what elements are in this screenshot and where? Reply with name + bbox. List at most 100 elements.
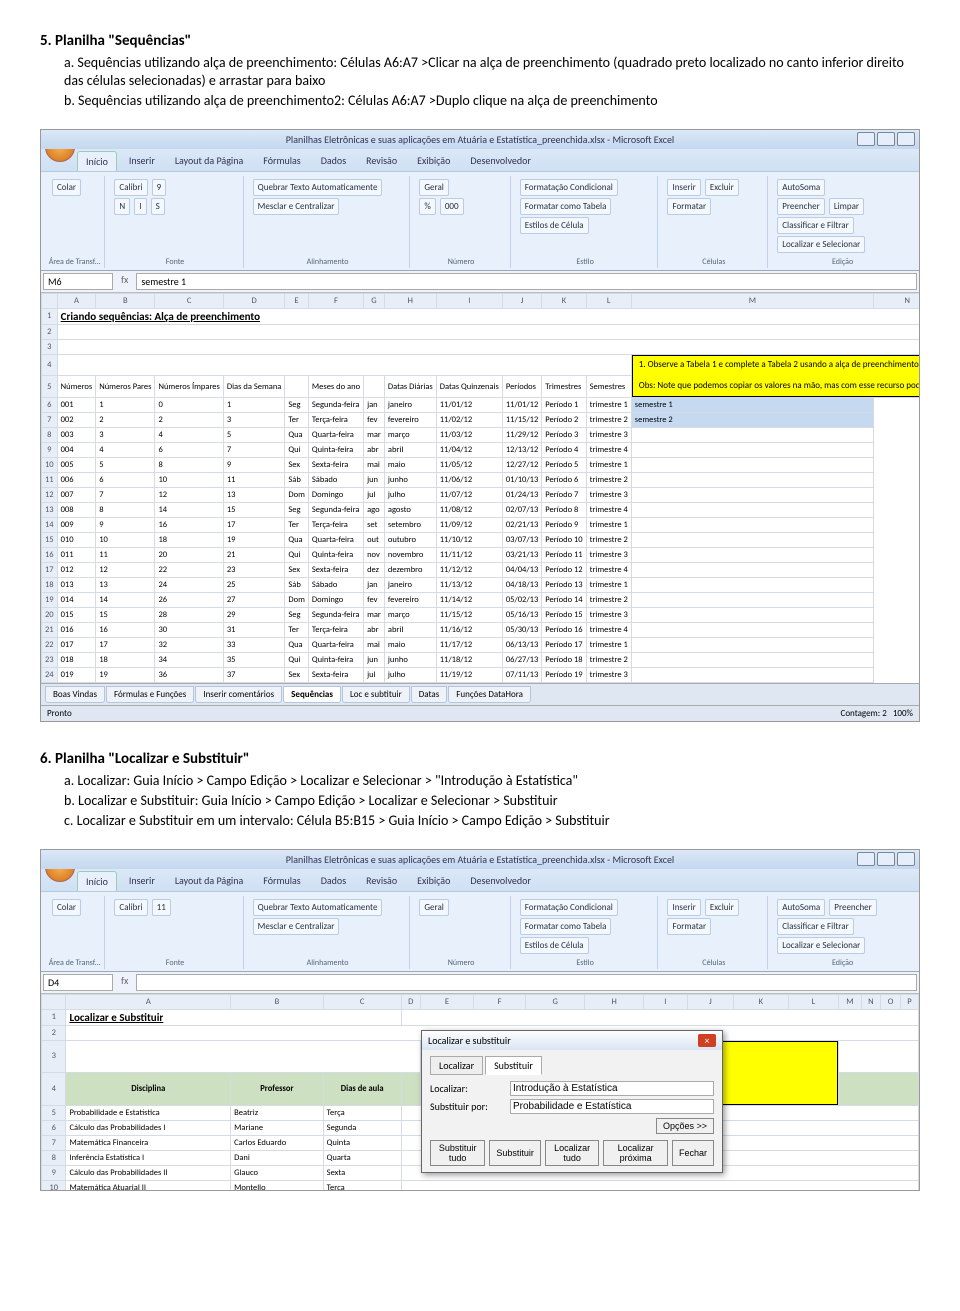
cell[interactable]: trimestre 4 [586,442,631,457]
thousands-icon[interactable]: 000 [440,198,464,215]
table-row[interactable]: 15010101819QuaQuarta-feiraoutoutubro11/1… [42,532,920,547]
name-box[interactable]: M6 [43,273,113,290]
cell[interactable]: trimestre 2 [586,412,631,427]
wrap-text-button[interactable]: Quebrar Texto Automaticamente [253,899,383,916]
close-icon[interactable] [897,852,915,866]
cell[interactable]: Período 1 [542,397,586,412]
cell[interactable]: 31 [223,622,285,637]
cell[interactable]: Qua [285,532,309,547]
cell[interactable]: Terça-feira [308,517,363,532]
sort-filter-button[interactable]: Classificar e Filtrar [777,217,853,234]
cell[interactable]: 11/19/12 [436,667,502,682]
replace-all-button[interactable]: Substituir tudo [430,1140,485,1166]
cell[interactable]: 11/08/12 [436,502,502,517]
cell[interactable]: dezembro [384,562,436,577]
col-header[interactable]: G [364,293,385,308]
fill-button[interactable]: Preencher [829,899,877,916]
cell[interactable]: mai [364,637,385,652]
cell[interactable]: Ter [285,622,309,637]
cell[interactable]: Seg [285,397,309,412]
cell[interactable]: dez [364,562,385,577]
autosum-button[interactable]: AutoSoma [777,179,825,196]
cell[interactable]: abril [384,622,436,637]
number-format-select[interactable]: Geral [419,179,449,196]
cell[interactable]: 17 [96,637,155,652]
cell[interactable]: Período 17 [542,637,586,652]
table-row[interactable]: 24019193637SexSexta-feirajuljulho11/19/1… [42,667,920,682]
close-button[interactable]: Fechar [672,1140,714,1166]
fill-button[interactable]: Preencher [777,198,825,215]
find-select-button[interactable]: Localizar e Selecionar [777,236,865,253]
cell[interactable]: Período 18 [542,652,586,667]
cell[interactable]: 04/18/13 [502,577,541,592]
cell[interactable]: setembro [384,517,436,532]
sheet-tab[interactable]: Datas [411,686,448,703]
cell[interactable]: Período 6 [542,472,586,487]
col-header[interactable]: N [861,994,881,1009]
cell[interactable]: Sex [285,667,309,682]
col-header[interactable]: B [231,994,324,1009]
cell[interactable]: Quarta-feira [308,532,363,547]
cell[interactable]: 004 [57,442,96,457]
cell[interactable]: 06/27/13 [502,652,541,667]
cell[interactable]: 018 [57,652,96,667]
tab-exibicao[interactable]: Exibição [409,151,458,171]
tab-layout[interactable]: Layout da Página [167,871,251,891]
cell[interactable]: 8 [96,502,155,517]
col-header[interactable]: I [643,994,687,1009]
cell[interactable]: 18 [155,532,223,547]
col-header[interactable]: I [436,293,502,308]
cell[interactable]: trimestre 2 [586,532,631,547]
cell[interactable]: 019 [57,667,96,682]
table-row[interactable]: 23018183435QuiQuinta-feirajunjunho11/18/… [42,652,920,667]
cell[interactable]: 4 [96,442,155,457]
cell[interactable]: Sábado [308,577,363,592]
cell[interactable]: 27 [223,592,285,607]
table-row[interactable]: 22017173233QuaQuarta-feiramaimaio11/17/1… [42,637,920,652]
cell[interactable]: agosto [384,502,436,517]
cell[interactable]: 11/04/12 [436,442,502,457]
cell[interactable]: fevereiro [384,592,436,607]
cell[interactable]: maio [384,457,436,472]
cell[interactable]: Período 15 [542,607,586,622]
cell[interactable]: Carlos Eduardo [231,1135,324,1150]
cell[interactable]: jan [364,577,385,592]
cell[interactable]: mar [364,427,385,442]
cell[interactable]: Sexta-feira [308,562,363,577]
cell[interactable]: 012 [57,562,96,577]
col-header[interactable]: J [502,293,541,308]
format-table-button[interactable]: Formatar como Tabela [520,198,612,215]
cell[interactable]: 25 [223,577,285,592]
cell[interactable]: 11/01/12 [436,397,502,412]
cell[interactable]: janeiro [384,397,436,412]
cell[interactable]: 18 [96,652,155,667]
cell[interactable]: Segunda-feira [308,397,363,412]
tab-inserir[interactable]: Inserir [121,871,163,891]
cell[interactable]: 4 [155,427,223,442]
cell[interactable]: trimestre 3 [586,427,631,442]
cell[interactable]: 03/21/13 [502,547,541,562]
tab-desenvolvedor[interactable]: Desenvolvedor [462,871,539,891]
cell[interactable]: Período 9 [542,517,586,532]
cell[interactable]: 1 [223,397,285,412]
cell[interactable]: Matemática Financeira [66,1135,231,1150]
cell[interactable]: Período 7 [542,487,586,502]
merge-center-button[interactable]: Mesclar e Centralizar [253,918,340,935]
cell[interactable]: Qua [285,637,309,652]
cell[interactable]: 15 [96,607,155,622]
cell[interactable]: 1 [96,397,155,412]
cell[interactable]: Probabilidade e Estatística [66,1105,231,1120]
cell[interactable]: março [384,427,436,442]
cell[interactable]: Quinta-feira [308,547,363,562]
cell[interactable]: junho [384,652,436,667]
cell[interactable]: 02/07/13 [502,502,541,517]
cell[interactable]: Terça [323,1180,401,1191]
cell[interactable]: Quarta [323,1150,401,1165]
cell[interactable]: maio [384,637,436,652]
col-header[interactable]: P [901,994,919,1009]
cell[interactable]: Período 13 [542,577,586,592]
col-header[interactable]: H [384,293,436,308]
cell[interactable] [631,547,873,562]
cell[interactable]: Período 12 [542,562,586,577]
col-header[interactable]: J [687,994,733,1009]
